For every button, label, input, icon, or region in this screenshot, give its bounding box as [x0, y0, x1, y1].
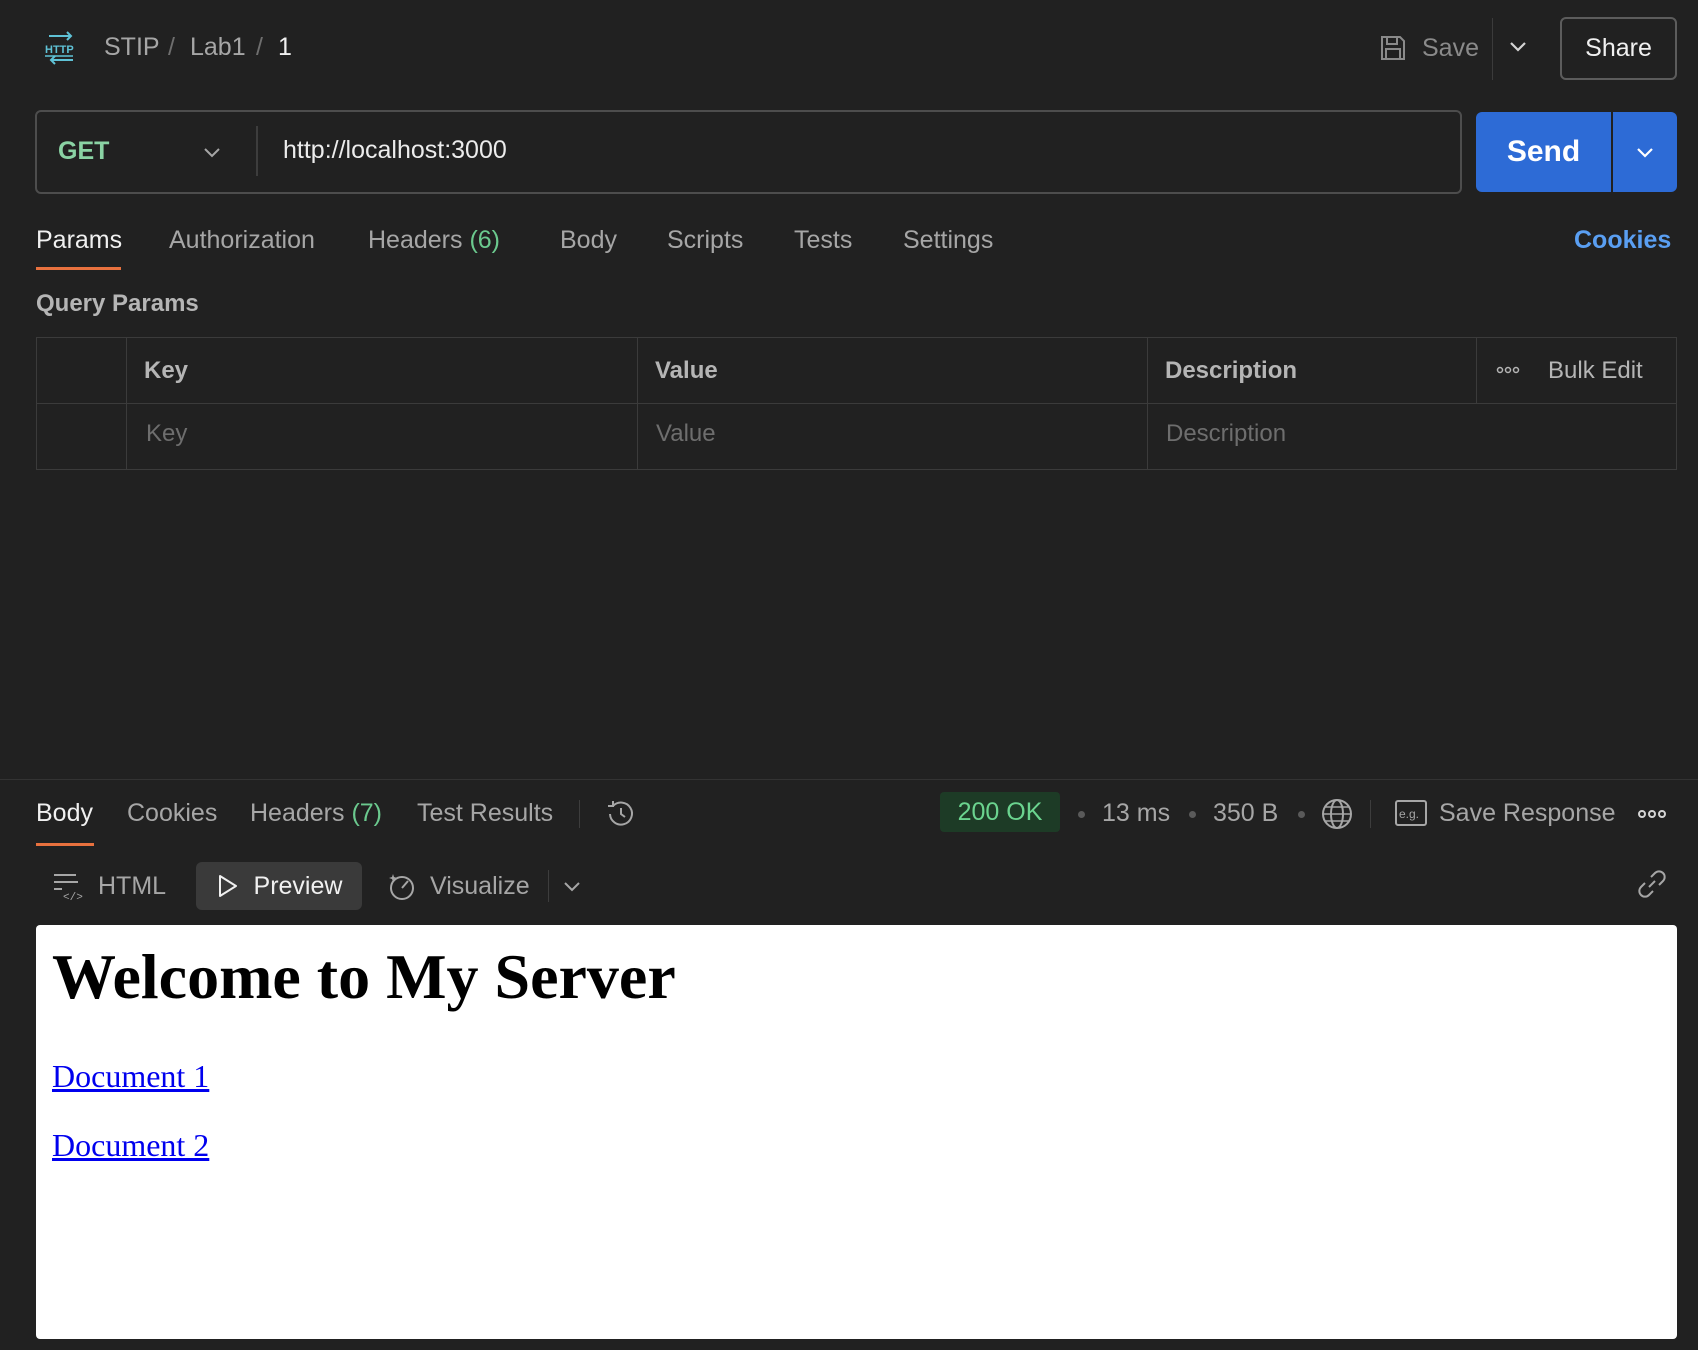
- view-visualize-label: Visualize: [430, 871, 530, 900]
- response-size[interactable]: 350 B: [1213, 799, 1278, 828]
- tab-headers-label: Headers: [368, 226, 463, 254]
- divider: [1492, 18, 1493, 80]
- response-tab-test-results[interactable]: Test Results: [417, 799, 553, 828]
- value-input[interactable]: Value: [656, 420, 716, 448]
- method-select[interactable]: GET: [58, 137, 109, 166]
- svg-text:HTTP: HTTP: [45, 44, 74, 56]
- save-label: Save: [1422, 33, 1479, 62]
- bulk-edit-button[interactable]: Bulk Edit: [1548, 357, 1643, 385]
- visualize-icon: [386, 870, 418, 902]
- more-options-icon[interactable]: [1496, 364, 1520, 376]
- column-header-description: Description: [1165, 357, 1298, 384]
- divider: [548, 870, 549, 902]
- status-badge[interactable]: 200 OK: [940, 792, 1060, 832]
- separator-dot: [1298, 811, 1305, 818]
- column-header-value: Value: [655, 357, 718, 384]
- save-button[interactable]: Save: [1378, 28, 1479, 68]
- tab-settings[interactable]: Settings: [903, 226, 993, 255]
- save-options-chevron-icon[interactable]: [1506, 34, 1530, 58]
- method-chevron-down-icon[interactable]: [200, 140, 224, 164]
- top-bar: HTTP STIP / Lab1 / 1 Save Share: [0, 0, 1698, 96]
- view-visualize-button[interactable]: Visualize: [386, 862, 530, 910]
- response-time[interactable]: 13 ms: [1102, 799, 1170, 828]
- breadcrumb-request-name[interactable]: 1: [278, 33, 292, 62]
- link-icon[interactable]: [1636, 868, 1668, 900]
- headers-count-badge: (6): [469, 226, 501, 254]
- example-icon: e.g.: [1395, 799, 1427, 827]
- cookies-link[interactable]: Cookies: [1574, 226, 1671, 255]
- url-input[interactable]: http://localhost:3000: [283, 136, 507, 165]
- breadcrumb-collection[interactable]: STIP: [104, 33, 160, 62]
- more-options-icon[interactable]: [1638, 807, 1666, 821]
- tab-scripts[interactable]: Scripts: [667, 226, 743, 255]
- pane-divider[interactable]: [0, 779, 1698, 780]
- response-tab-body[interactable]: Body: [36, 799, 93, 828]
- view-preview-label: Preview: [253, 871, 343, 900]
- tab-body[interactable]: Body: [560, 226, 617, 255]
- response-tab-headers-label: Headers: [250, 799, 345, 827]
- active-tab-indicator: [36, 267, 121, 270]
- preview-heading: Welcome to My Server: [52, 941, 676, 1012]
- save-icon: [1378, 33, 1408, 63]
- view-html-button[interactable]: </> HTML: [52, 862, 166, 910]
- history-icon[interactable]: [604, 797, 638, 831]
- play-icon: [216, 873, 240, 899]
- divider: [1370, 800, 1371, 828]
- divider: [256, 126, 258, 176]
- response-tab-cookies[interactable]: Cookies: [127, 799, 217, 828]
- separator-dot: [1189, 811, 1196, 818]
- column-header-key: Key: [144, 357, 189, 384]
- divider: [36, 403, 1677, 404]
- globe-icon[interactable]: [1320, 797, 1354, 831]
- divider: [579, 800, 580, 828]
- tab-tests[interactable]: Tests: [794, 226, 852, 255]
- tab-authorization[interactable]: Authorization: [169, 226, 315, 255]
- svg-text:e.g.: e.g.: [1399, 807, 1419, 821]
- key-input[interactable]: Key: [146, 420, 187, 448]
- preview-link-document-1[interactable]: Document 1: [52, 1058, 209, 1095]
- response-tab-headers[interactable]: Headers (7): [250, 799, 382, 828]
- breadcrumb-folder[interactable]: Lab1: [190, 33, 246, 62]
- chevron-down-icon: [1633, 140, 1657, 164]
- save-response-button[interactable]: Save Response: [1439, 799, 1616, 828]
- url-bar: [35, 110, 1462, 194]
- send-button[interactable]: Send: [1476, 112, 1611, 192]
- description-input[interactable]: Description: [1166, 420, 1286, 448]
- tab-headers[interactable]: Headers (6): [368, 226, 500, 255]
- breadcrumb-separator: /: [256, 33, 263, 61]
- view-preview-button[interactable]: Preview: [196, 862, 362, 910]
- preview-link-document-2[interactable]: Document 2: [52, 1127, 209, 1164]
- send-options-button[interactable]: [1613, 112, 1677, 192]
- breadcrumb-separator: /: [168, 33, 175, 61]
- view-html-label: HTML: [98, 871, 167, 900]
- svg-text:</>: </>: [63, 892, 83, 902]
- divider: [1476, 337, 1477, 403]
- code-wrap-icon: </>: [52, 870, 84, 902]
- http-request-icon: HTTP: [43, 30, 79, 66]
- query-params-title: Query Params: [36, 290, 199, 317]
- response-headers-count-badge: (7): [351, 799, 383, 827]
- active-tab-indicator: [36, 843, 94, 846]
- separator-dot: [1078, 811, 1085, 818]
- view-options-chevron-icon[interactable]: [560, 874, 584, 898]
- tab-params[interactable]: Params: [36, 226, 122, 255]
- share-button[interactable]: Share: [1560, 17, 1677, 80]
